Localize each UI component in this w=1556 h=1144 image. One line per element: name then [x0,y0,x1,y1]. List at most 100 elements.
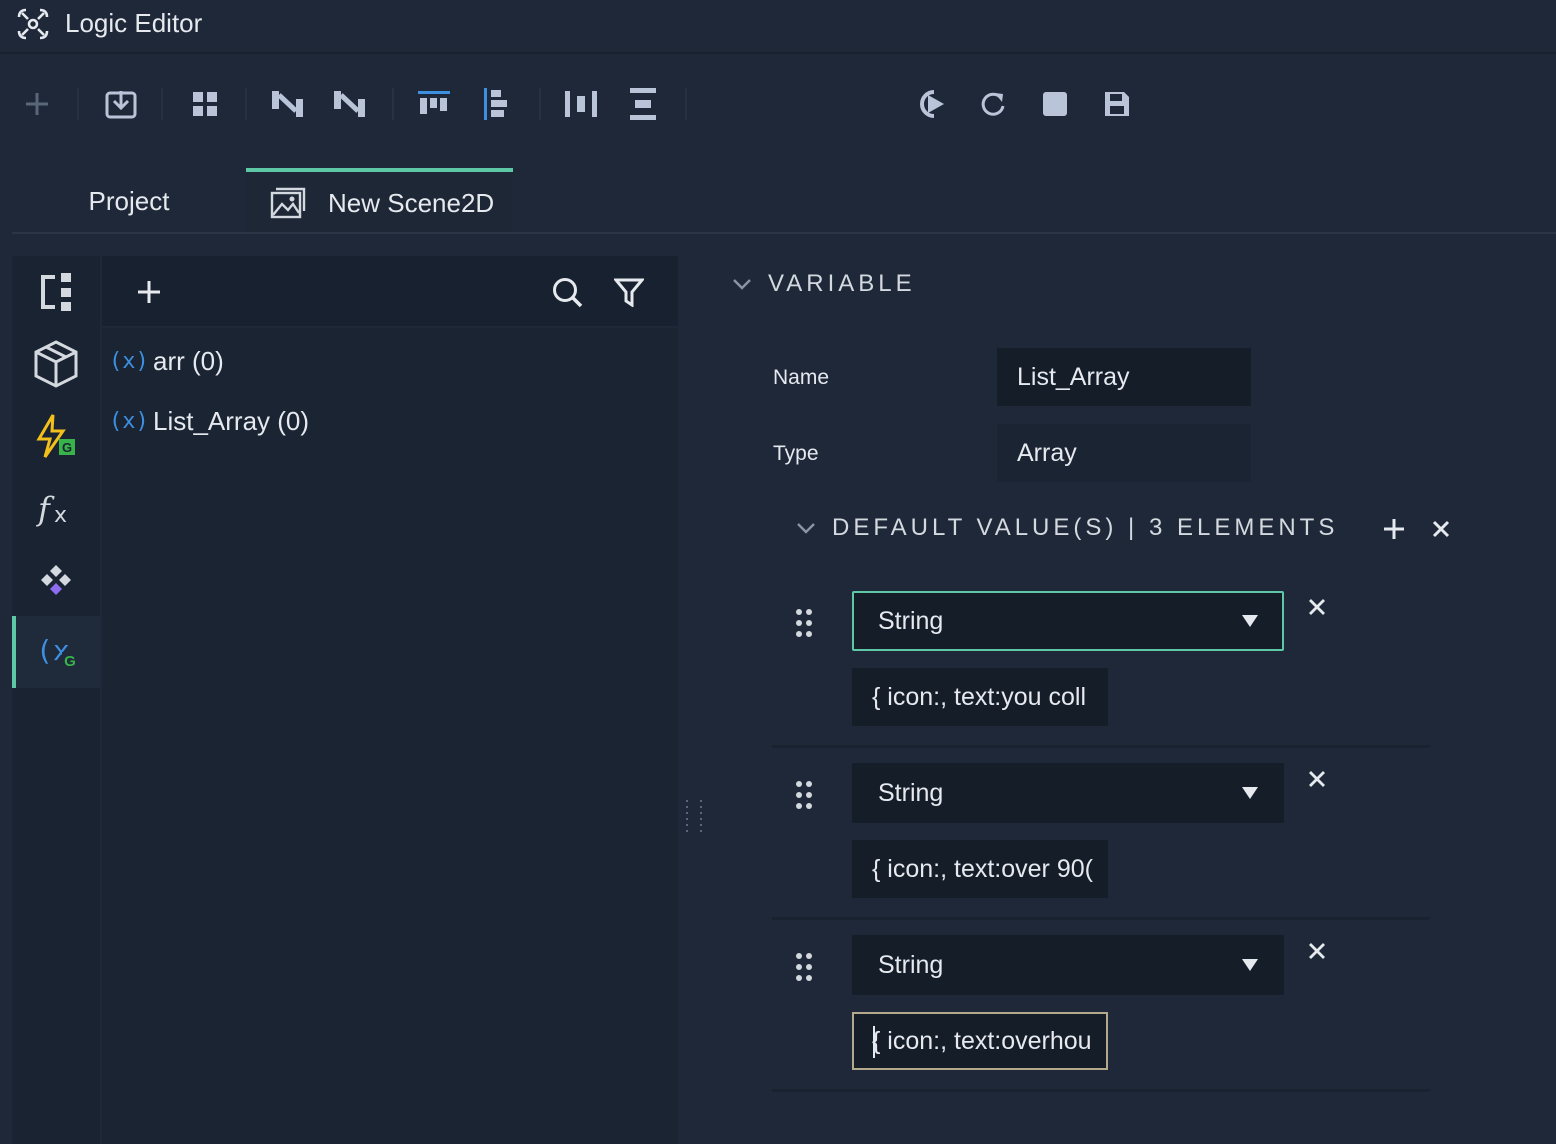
restart-icon[interactable] [973,84,1013,124]
variables-panel-header [102,256,678,328]
element-value-input[interactable]: { icon:, text:you coll [852,668,1108,726]
add-variable-button[interactable] [129,272,169,312]
search-button[interactable] [547,272,587,312]
type-value: Array [1017,438,1077,467]
global-variables-icon[interactable]: (x G [12,616,100,688]
element-value-input[interactable]: { icon:, text:overhou [852,1012,1108,1070]
array-element-row: String { icon:, text:you coll [772,576,1430,748]
close-icon [1309,943,1325,959]
distribute-vertical-icon[interactable] [623,84,663,124]
close-icon [1309,771,1325,787]
element-type-value: String [878,778,944,807]
variable-icon: (x) [109,408,149,434]
connect-nodes-icon[interactable] [268,84,308,124]
drag-handle-icon[interactable] [794,952,814,982]
align-left-icon[interactable] [477,84,517,124]
tab-bar: Project New Scene2D [0,168,1556,234]
element-value: { icon:, text:you coll [872,682,1087,711]
tab-divider [12,232,1556,234]
variable-label: List_Array (0) [153,405,310,436]
variable-label: arr (0) [153,345,224,376]
window-title: Logic Editor [65,8,203,38]
add-icon [138,281,160,303]
object-cube-icon[interactable] [12,328,100,400]
connect-nodes-alt-icon[interactable] [330,84,370,124]
align-top-icon[interactable] [414,84,454,124]
svg-text:G: G [62,440,72,455]
app-logo-icon [17,8,49,40]
tab-label: Project [88,185,170,216]
panel-resize-handle[interactable] [684,798,708,838]
save-icon[interactable] [1097,84,1137,124]
section-title: VARIABLE [768,270,916,297]
chevron-down-icon [797,523,815,534]
element-value: { icon:, text:over 90( [872,854,1093,883]
variable-icon: (x) [109,348,149,374]
element-value: { icon:, text:overhou [872,1026,1092,1055]
remove-element-button[interactable] [1304,766,1330,792]
toolbar-separator [392,88,394,120]
name-label: Name [773,366,830,389]
dropdown-arrow-icon [1242,959,1258,971]
run-from-start-icon[interactable] [911,84,951,124]
drag-handle-icon[interactable] [794,780,814,810]
variables-panel: (x) arr (0) (x) List_Array (0) [102,256,678,1144]
element-type-select[interactable]: String [852,591,1284,651]
array-element-row: String { icon:, text:over 90( [772,748,1430,920]
tab-label: New Scene2D [328,187,495,218]
toolbar-separator [161,88,163,120]
toolbar [0,56,1556,156]
name-value: List_Array [1017,362,1130,391]
hierarchy-icon[interactable] [12,256,100,328]
distribute-horizontal-icon[interactable] [561,84,601,124]
stop-icon[interactable] [1035,84,1075,124]
side-rail: G fx (x G [12,256,100,1144]
svg-text:x: x [54,503,67,528]
components-icon[interactable] [12,544,100,616]
title-bar: Logic Editor [0,0,1556,54]
element-type-select[interactable]: String [852,935,1284,995]
add-icon[interactable] [17,84,57,124]
svg-text:f: f [36,490,55,528]
toolbar-separator [77,88,79,120]
add-element-button[interactable] [1381,516,1407,542]
name-field[interactable]: List_Array [997,348,1251,406]
toolbar-separator [539,88,541,120]
element-type-value: String [878,950,944,979]
remove-element-button[interactable] [1304,938,1330,964]
close-icon [1309,599,1325,615]
dropdown-arrow-icon [1242,787,1258,799]
grid-icon[interactable] [185,84,225,124]
default-values-title: DEFAULT VALUE(S) | 3 ELEMENTS [832,514,1339,541]
tab-project[interactable]: Project [12,168,246,234]
default-values-header[interactable]: DEFAULT VALUE(S) | 3 ELEMENTS [796,514,1338,542]
drag-handle-icon[interactable] [794,608,814,638]
element-value-input[interactable]: { icon:, text:over 90( [852,840,1108,898]
variable-section-header[interactable]: VARIABLE [732,270,916,298]
list-item[interactable]: (x) arr (0) [102,333,678,389]
global-events-icon[interactable]: G [12,400,100,472]
toolbar-separator [245,88,247,120]
dropdown-arrow-icon [1242,615,1258,627]
scene-image-icon [270,187,306,219]
import-icon[interactable] [101,84,141,124]
type-label: Type [773,442,819,465]
element-type-select[interactable]: String [852,763,1284,823]
add-icon [1384,519,1404,539]
chevron-down-icon [733,279,751,290]
functions-icon[interactable]: fx [12,472,100,544]
tab-new-scene2d[interactable]: New Scene2D [246,168,513,234]
toolbar-separator [685,88,687,120]
element-type-value: String [878,606,944,635]
filter-icon [614,278,644,307]
filter-button[interactable] [609,272,649,312]
search-icon [553,278,583,308]
clear-elements-button[interactable] [1431,519,1453,541]
list-item[interactable]: (x) List_Array (0) [102,393,678,449]
remove-element-button[interactable] [1304,594,1330,620]
type-field: Array [997,424,1251,482]
close-icon [1432,520,1450,538]
svg-text:G: G [64,653,76,670]
array-element-row: String { icon:, text:overhou [772,920,1430,1092]
text-caret [873,1026,875,1058]
